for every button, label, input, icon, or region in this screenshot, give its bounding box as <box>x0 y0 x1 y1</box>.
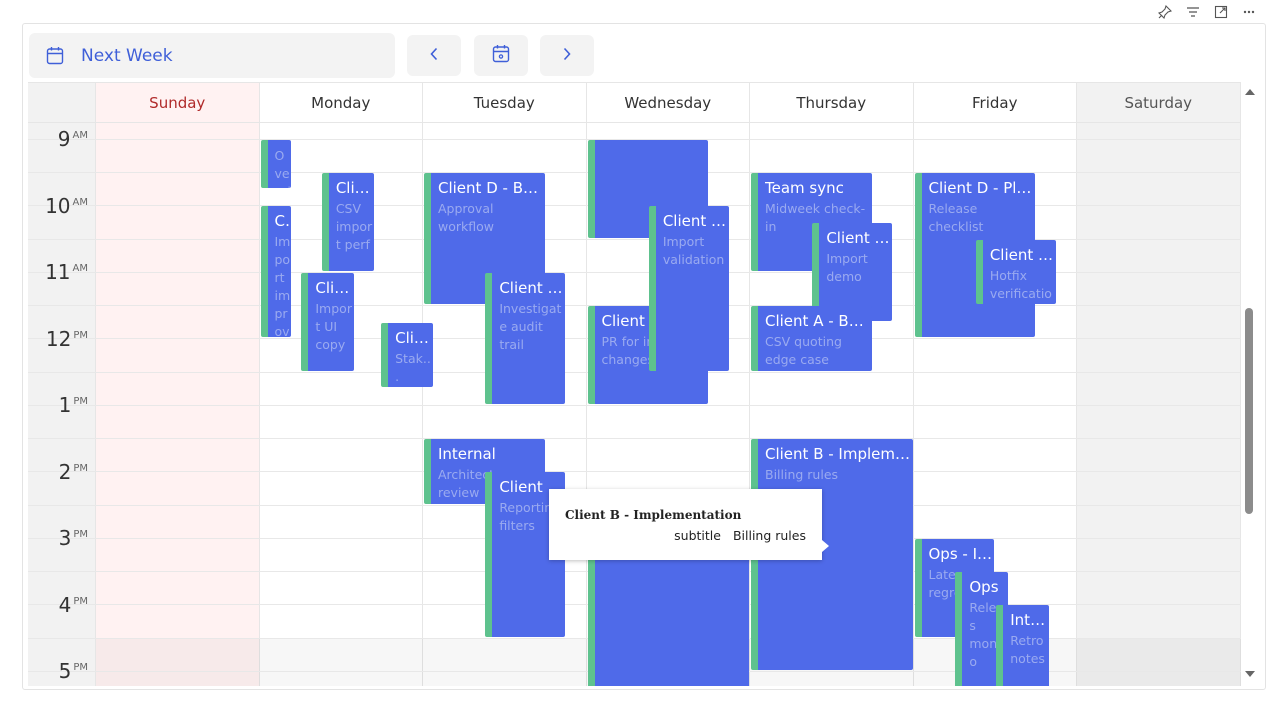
tooltip-title: Client B - Implementation <box>565 508 742 522</box>
chevron-right-icon <box>562 46 572 65</box>
event-title: Client A... <box>662 212 729 231</box>
event-subtitle: Stak... check- <box>395 350 432 388</box>
hour-label: 4 PM <box>58 592 88 617</box>
scroll-down-icon[interactable] <box>1245 671 1255 677</box>
event-block[interactable]: Inte... Retro notes <box>996 605 1049 686</box>
event-subtitle: Import UI copy <box>315 300 352 352</box>
pin-icon[interactable] <box>1156 3 1174 21</box>
event-block[interactable]: Client D... Investigate audit trail <box>485 272 566 404</box>
next-week-button[interactable] <box>540 35 594 76</box>
grid-line <box>28 471 1241 473</box>
more-icon[interactable] <box>1240 3 1258 21</box>
event-subtitle: Approval workflow <box>438 201 494 234</box>
hour-label: 10 AM <box>45 193 88 218</box>
grid-line <box>28 238 1241 240</box>
event-block[interactable]: Client A... Import improve... <box>260 206 292 338</box>
tooltip-label: subtitle <box>674 528 721 543</box>
date-range-title[interactable]: Next Week <box>29 33 395 78</box>
day-header-tuesday[interactable]: Tuesday <box>423 83 587 123</box>
event-block[interactable]: Overnight a <box>260 139 292 188</box>
day-header-monday[interactable]: Monday <box>259 83 423 123</box>
event-block[interactable]: Client A... Import UI copy <box>301 272 354 371</box>
event-subtitle: Hotfix verification <box>989 267 1052 305</box>
hour-label: 2 PM <box>58 459 88 484</box>
event-title: Internal <box>438 445 496 463</box>
event-title: Client D... <box>499 278 565 297</box>
event-subtitle: Import validation <box>662 234 725 268</box>
event-title: Client B - Implemen... <box>765 445 913 463</box>
event-block[interactable]: Client A - Bug... CSV quoting edge case <box>751 306 872 371</box>
grid-line <box>28 438 1241 439</box>
hour-label: 9 AM <box>57 127 88 151</box>
week-calendar-grid[interactable]: Sunday Monday Tuesday Wednesday Thursday Frid… <box>28 82 1241 686</box>
window-controls <box>1156 3 1258 21</box>
event-subtitle: Billing rules <box>765 467 839 482</box>
chevron-left-icon <box>429 46 439 65</box>
event-subtitle: Retro notes <box>1010 633 1045 667</box>
today-button[interactable] <box>474 35 528 76</box>
day-header-saturday[interactable]: Saturday <box>1077 83 1241 123</box>
page-title: Next Week <box>81 45 173 66</box>
filter-icon[interactable] <box>1184 3 1202 21</box>
event-block[interactable]: Clie... Stak... check- <box>381 322 433 388</box>
grid-line <box>28 271 1241 273</box>
event-title: Client A... <box>315 278 354 297</box>
event-title: Client D - Bug... <box>438 179 545 197</box>
event-subtitle: Investigate audit trail <box>499 300 562 352</box>
hour-label: 11 AM <box>45 260 88 284</box>
scroll-up-icon[interactable] <box>1245 89 1255 95</box>
event-subtitle: Import improve... <box>274 234 291 338</box>
event-title: Client A... <box>274 212 292 231</box>
day-header-sunday[interactable]: Sunday <box>96 83 260 123</box>
event-subtitle: CSV import perf <box>335 201 373 252</box>
event-tooltip: Client B - Implementation subtitle Billi… <box>549 489 829 560</box>
grid-line <box>28 404 1241 406</box>
calendar-icon <box>46 46 64 65</box>
event-block[interactable]: Client D... Hotfix verification <box>975 239 1056 305</box>
event-title: Ops - In... <box>928 544 995 563</box>
event-subtitle: Release checklist <box>928 201 984 234</box>
event-title: Clie... <box>395 328 433 347</box>
gutter-header <box>28 83 96 123</box>
event-block[interactable]: Client A... CSV import perf <box>321 173 375 271</box>
scroll-thumb[interactable] <box>1245 308 1253 514</box>
vertical-scrollbar[interactable] <box>1241 83 1258 683</box>
event-subtitle: Import demo <box>826 250 868 284</box>
hour-label: 3 PM <box>58 526 88 550</box>
event-subtitle: Overnight a <box>274 147 291 188</box>
day-header-thursday[interactable]: Thursday <box>750 83 914 123</box>
tooltip-value: Billing rules <box>732 528 806 543</box>
tooltip-row: subtitle Billing rules <box>674 528 806 543</box>
event-block[interactable]: Client A... Import validation <box>648 206 729 371</box>
event-title: Client D... <box>989 245 1056 264</box>
hour-label: 1 PM <box>58 393 88 417</box>
hour-label: 5 PM <box>58 659 88 683</box>
event-title: Client A... <box>335 179 375 197</box>
event-title: Client D - Pla... <box>928 179 1036 197</box>
event-title: Client A - Bug... <box>765 312 872 330</box>
hour-label: 12 PM <box>45 326 88 351</box>
calendar-today-icon <box>492 44 510 67</box>
prev-week-button[interactable] <box>407 35 461 76</box>
event-title: Ops <box>969 578 999 596</box>
expand-icon[interactable] <box>1212 3 1230 21</box>
event-title: Inte... <box>1010 611 1049 630</box>
event-subtitle: CSV quoting edge case <box>765 334 842 367</box>
day-header-friday[interactable]: Friday <box>913 83 1077 123</box>
day-header-wednesday[interactable]: Wednesday <box>586 83 750 123</box>
event-title: Team sync <box>765 179 844 197</box>
event-title: Client A... <box>826 228 893 247</box>
